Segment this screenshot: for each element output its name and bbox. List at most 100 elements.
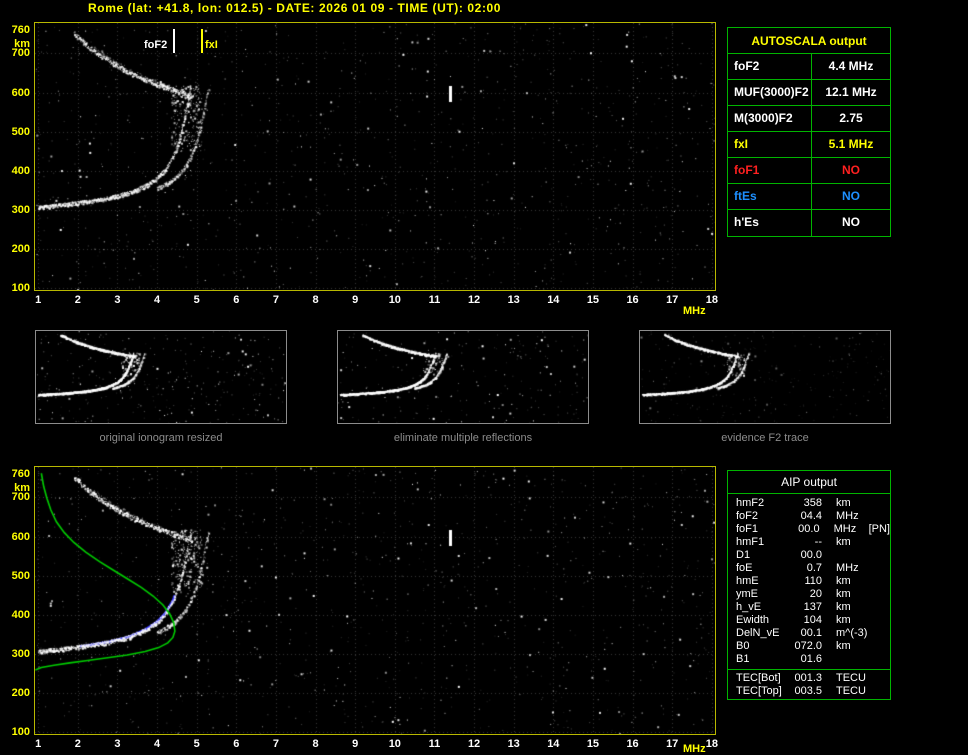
aip-unit-label: TECU [836, 672, 866, 684]
autoscala-value: 12.1 MHz [825, 85, 877, 99]
x-axis-tick-label: 17 [666, 738, 679, 750]
x-axis-tick-label: 10 [388, 294, 401, 306]
autoscala-row: foF1 NO [728, 158, 890, 184]
x-axis-tick-label: 9 [352, 294, 359, 306]
aip-value: 01.6 [800, 653, 822, 665]
x-axis-tick-label: 9 [352, 738, 359, 750]
thumbnail-caption-original: original ionogram resized [99, 432, 223, 444]
thumbnail-f2-trace [639, 330, 891, 424]
y-axis-unit-label: km [14, 38, 30, 51]
autoscala-row: fxI 5.1 MHz [728, 132, 890, 158]
aip-tec-rows: TEC[Bot] 001.3 TECU TEC[Top] 003.5 TECU [728, 669, 890, 698]
aip-unit-label: km [836, 497, 851, 509]
aip-value: 04.4 [800, 510, 822, 522]
aip-unit-label: MHz [836, 510, 859, 522]
thumbnail-original-ionogram [35, 330, 287, 424]
autoscala-param-label: foF1 [728, 158, 812, 183]
aip-row: foF1 00.0 MHz [PN] [728, 523, 890, 536]
aip-param-label: h_vE [736, 601, 762, 613]
aip-row: D1 00.0 [728, 549, 890, 562]
fof2-marker-line [173, 29, 175, 53]
x-axis-tick-label: 13 [507, 738, 520, 750]
aip-unit-label: km [836, 536, 851, 548]
aip-value: 358 [803, 497, 822, 509]
autoscala-rows: foF2 4.4 MHz MUF(3000)F2 12.1 MHz M(3000)F2 2… [728, 54, 890, 236]
bottom-ionogram-plot [34, 466, 716, 735]
aip-unit-label [822, 549, 872, 562]
aip-row: hmF1 -- km [728, 536, 890, 549]
x-axis-tick-label: 15 [586, 294, 600, 306]
y-axis-tick-label: 500 [11, 569, 30, 582]
aip-value: 003.5 [794, 685, 822, 697]
y-axis-tick-label: 200 [11, 686, 30, 699]
x-axis-tick-label: 16 [626, 294, 639, 306]
autoscala-value: 4.4 MHz [828, 59, 874, 73]
x-axis-tick-label: 17 [666, 294, 679, 306]
x-axis-tick-label: 11 [428, 294, 441, 306]
x-axis-tick-label: 6 [233, 294, 240, 306]
aip-param-label: foE [736, 562, 753, 574]
aip-unit-label: m^(-3) [836, 627, 868, 639]
autoscala-param-label: M(3000)F2 [728, 106, 812, 131]
x-axis-tick-label: 2 [74, 738, 81, 750]
x-axis-unit-label: MHz [683, 305, 706, 317]
x-axis-tick-label: 2 [74, 294, 81, 306]
aip-value: 0.7 [806, 562, 822, 574]
autoscala-row: MUF(3000)F2 12.1 MHz [728, 80, 890, 106]
aip-value: 20 [809, 588, 822, 600]
aip-param-label: B0 [736, 640, 750, 652]
autoscala-param-label: ftEs [728, 184, 812, 209]
x-axis-tick-label: 16 [626, 738, 639, 750]
fof2-marker-label: foF2 [144, 39, 168, 51]
thumbnail-eliminate-reflections [337, 330, 589, 424]
aip-param-label: foF2 [736, 510, 759, 522]
aip-value: 00.0 [800, 549, 822, 561]
x-axis-tick-label: 4 [153, 294, 161, 306]
aip-value: 00.0 [798, 523, 820, 535]
aip-row: B1 01.6 [728, 653, 890, 666]
bottom-ionogram-canvas [35, 467, 715, 734]
aip-unit-label: TECU [836, 685, 866, 697]
x-axis-tick-label: 7 [272, 738, 279, 750]
y-axis-tick-label: 700 [11, 47, 30, 60]
aip-unit-label: MHz [833, 523, 857, 535]
x-axis-tick-label: 3 [114, 738, 121, 750]
x-axis-tick-label: 3 [114, 294, 121, 306]
aip-param-label: TEC[Bot] [736, 672, 781, 684]
y-axis-tick-label: 100 [11, 282, 30, 295]
aip-value: -- [814, 536, 822, 548]
x-axis-tick-label: 4 [153, 738, 161, 750]
autoscala-param-label: foF2 [728, 54, 812, 79]
aip-value: 001.3 [794, 672, 822, 684]
aip-unit-label: km [836, 588, 851, 600]
autoscala-row: M(3000)F2 2.75 [728, 106, 890, 132]
aip-row: TEC[Top] 003.5 TECU [728, 685, 890, 698]
autoscala-param-label: fxI [728, 132, 812, 157]
aip-row: DelN_vE 00.1 m^(-3) [728, 627, 890, 640]
x-axis-tick-label: 5 [193, 294, 200, 306]
autoscala-row: foF2 4.4 MHz [728, 54, 890, 80]
aip-param-label: hmF1 [736, 536, 765, 548]
aip-row: h_vE 137 km [728, 601, 890, 614]
x-axis-tick-label: 6 [233, 738, 240, 750]
aip-unit-label [822, 653, 872, 666]
aip-note-label: [PN] [868, 523, 890, 535]
station-title: Rome (lat: +41.8, lon: 012.5) - DATE: 20… [88, 1, 502, 15]
autoscala-param-label: h'Es [728, 210, 812, 236]
aip-value: 072.0 [794, 640, 822, 652]
autoscala-value: NO [842, 163, 860, 177]
y-axis-unit-label: km [14, 482, 30, 495]
top-ionogram-canvas [35, 23, 715, 290]
y-axis-tick-label: 500 [11, 125, 30, 138]
y-axis-tick-label: 600 [11, 86, 30, 99]
thumbnail-original-canvas [36, 331, 286, 423]
aip-value: 104 [803, 614, 822, 626]
aip-param-label: DelN_vE [736, 627, 780, 639]
y-axis-tick-label: 760 [11, 24, 30, 37]
x-axis-tick-label: 10 [388, 738, 401, 750]
aip-unit-label: km [836, 575, 851, 587]
autoscala-panel-title: AUTOSCALA output [728, 28, 890, 54]
x-axis-tick-label: 1 [35, 294, 42, 306]
aip-row: TEC[Bot] 001.3 TECU [728, 672, 890, 685]
aip-unit-label: km [836, 614, 851, 626]
